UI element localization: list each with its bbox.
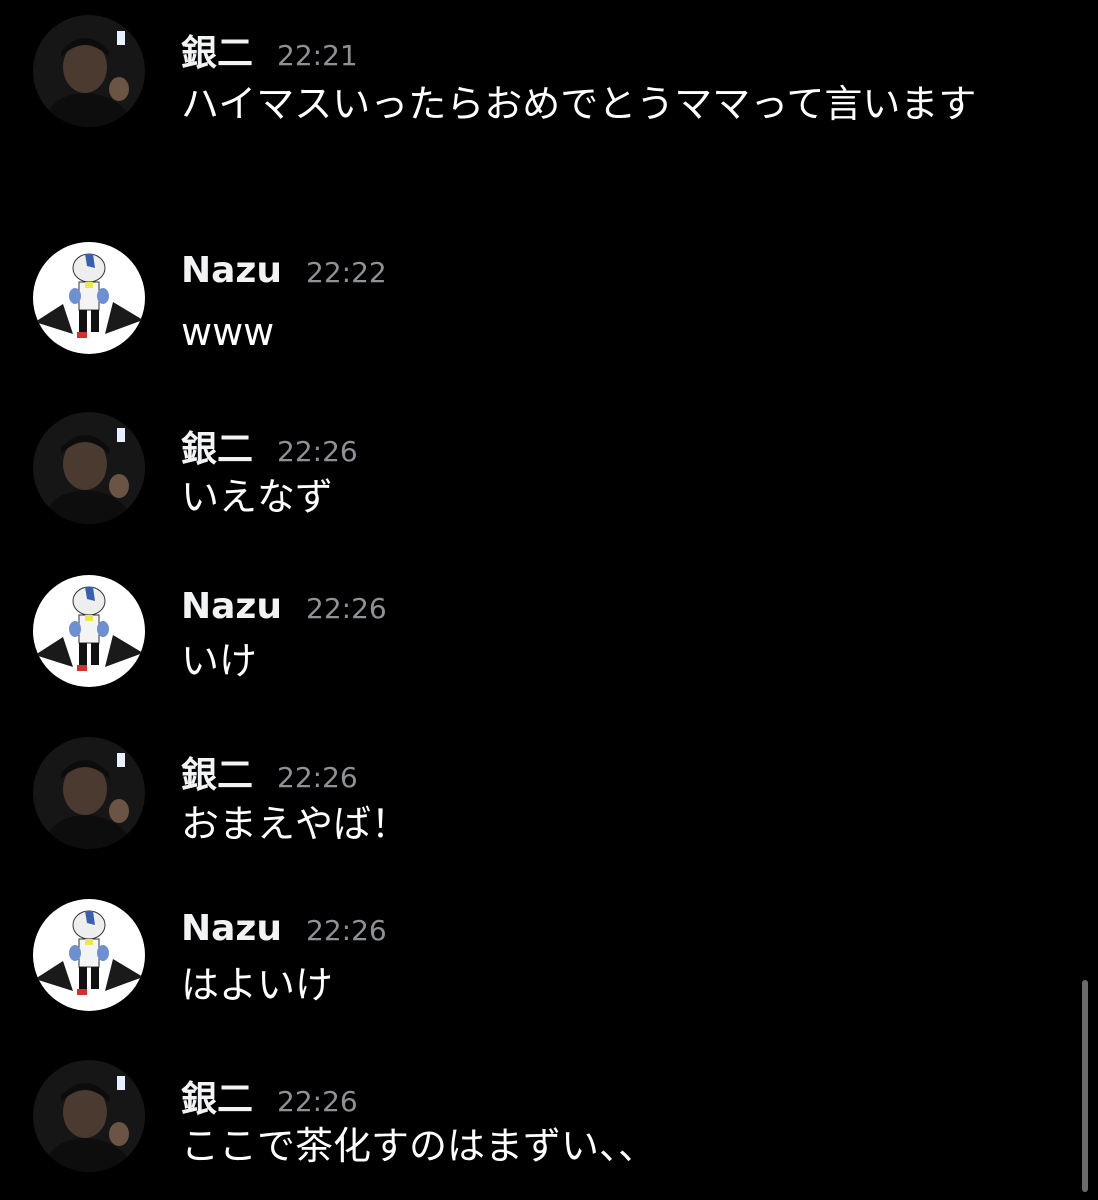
message-timestamp: 22:26: [306, 914, 387, 947]
scrollbar[interactable]: [1082, 980, 1088, 1192]
nazu-avatar-icon[interactable]: [33, 899, 145, 1011]
message-content: ハイマスいったらおめでとうママって言います: [181, 82, 977, 126]
message-content: おまえやば！: [181, 802, 410, 846]
message-content: ここで茶化すのはまずい、、: [181, 1124, 657, 1168]
message-content: いえなず: [181, 475, 334, 519]
message-content: いけ: [181, 639, 258, 683]
message-content: はよいけ: [181, 963, 334, 1007]
message-author[interactable]: Nazu: [181, 908, 282, 949]
ginji-avatar-icon[interactable]: [33, 15, 145, 127]
ginji-avatar-icon[interactable]: [33, 1060, 145, 1172]
message-timestamp: 22:26: [306, 592, 387, 625]
nazu-avatar-icon[interactable]: [33, 242, 145, 354]
message-timestamp: 22:22: [306, 256, 387, 289]
message-author[interactable]: Nazu: [181, 586, 282, 627]
message-content: www: [181, 310, 275, 354]
chat-message-list: 銀二 22:21 ハイマスいったらおめでとうママって言います Nazu 22:2…: [0, 0, 1098, 1200]
ginji-avatar-icon[interactable]: [33, 412, 145, 524]
nazu-avatar-icon[interactable]: [33, 575, 145, 687]
ginji-avatar-icon[interactable]: [33, 737, 145, 849]
message-author[interactable]: Nazu: [181, 250, 282, 291]
